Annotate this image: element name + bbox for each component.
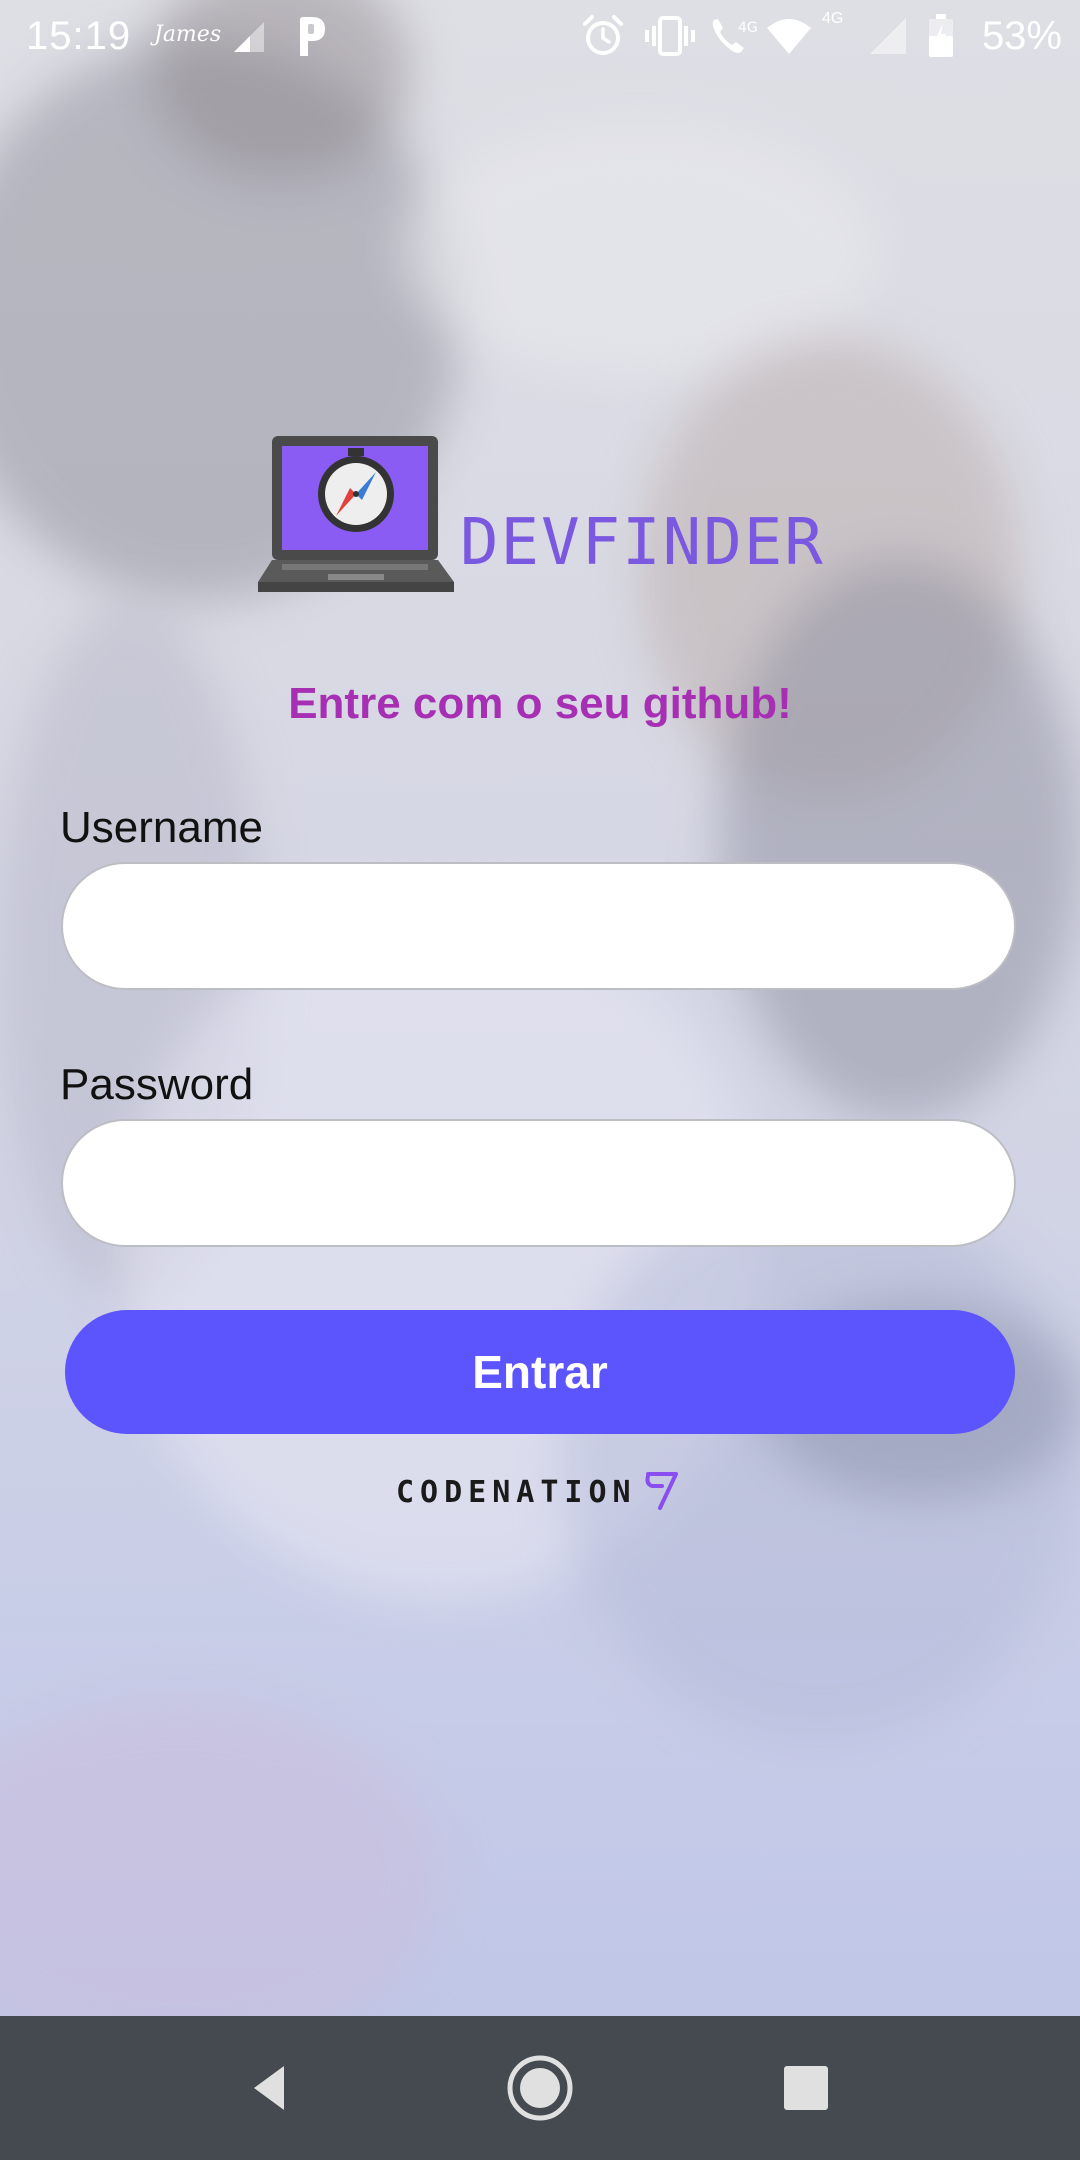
battery-percent: 53%	[981, 14, 1062, 58]
background-photo	[0, 0, 1080, 2016]
parking-app-icon	[294, 14, 328, 63]
devfinder-logo-icon	[258, 432, 458, 607]
tagline: Entre com o seu github!	[288, 679, 792, 728]
battery-icon	[928, 14, 954, 63]
home-icon[interactable]	[490, 2038, 590, 2138]
entrar-button[interactable]: Entrar	[65, 1310, 1015, 1434]
navigation-bar	[0, 2016, 1080, 2160]
password-input[interactable]	[61, 1119, 1016, 1247]
wifi-call-icon: 4G	[708, 14, 758, 63]
signal-weak-icon	[232, 20, 266, 59]
vibrate-icon	[644, 14, 696, 63]
cell-signal-icon	[868, 16, 908, 61]
recents-icon[interactable]	[756, 2038, 856, 2138]
logo-text: DEVFINDER	[460, 506, 825, 580]
codenation-logo-text: CODENATION	[396, 1475, 637, 1510]
codenation-mark-icon	[642, 1468, 682, 1517]
status-bar: 15:19 James 4G 4G 53%	[0, 0, 1080, 72]
svg-text:4G: 4G	[738, 20, 758, 36]
back-icon[interactable]	[220, 2038, 320, 2138]
network-badge: 4G	[822, 10, 844, 27]
username-label: Username	[60, 803, 263, 852]
wifi-icon	[766, 18, 812, 61]
username-input[interactable]	[61, 862, 1016, 990]
carrier-brand: James	[154, 22, 222, 47]
login-screen: 15:19 James 4G 4G 53% DEVFINDER Entre co…	[0, 0, 1080, 2160]
alarm-icon	[582, 14, 624, 63]
password-label: Password	[60, 1060, 254, 1109]
status-time: 15:19	[26, 14, 132, 58]
